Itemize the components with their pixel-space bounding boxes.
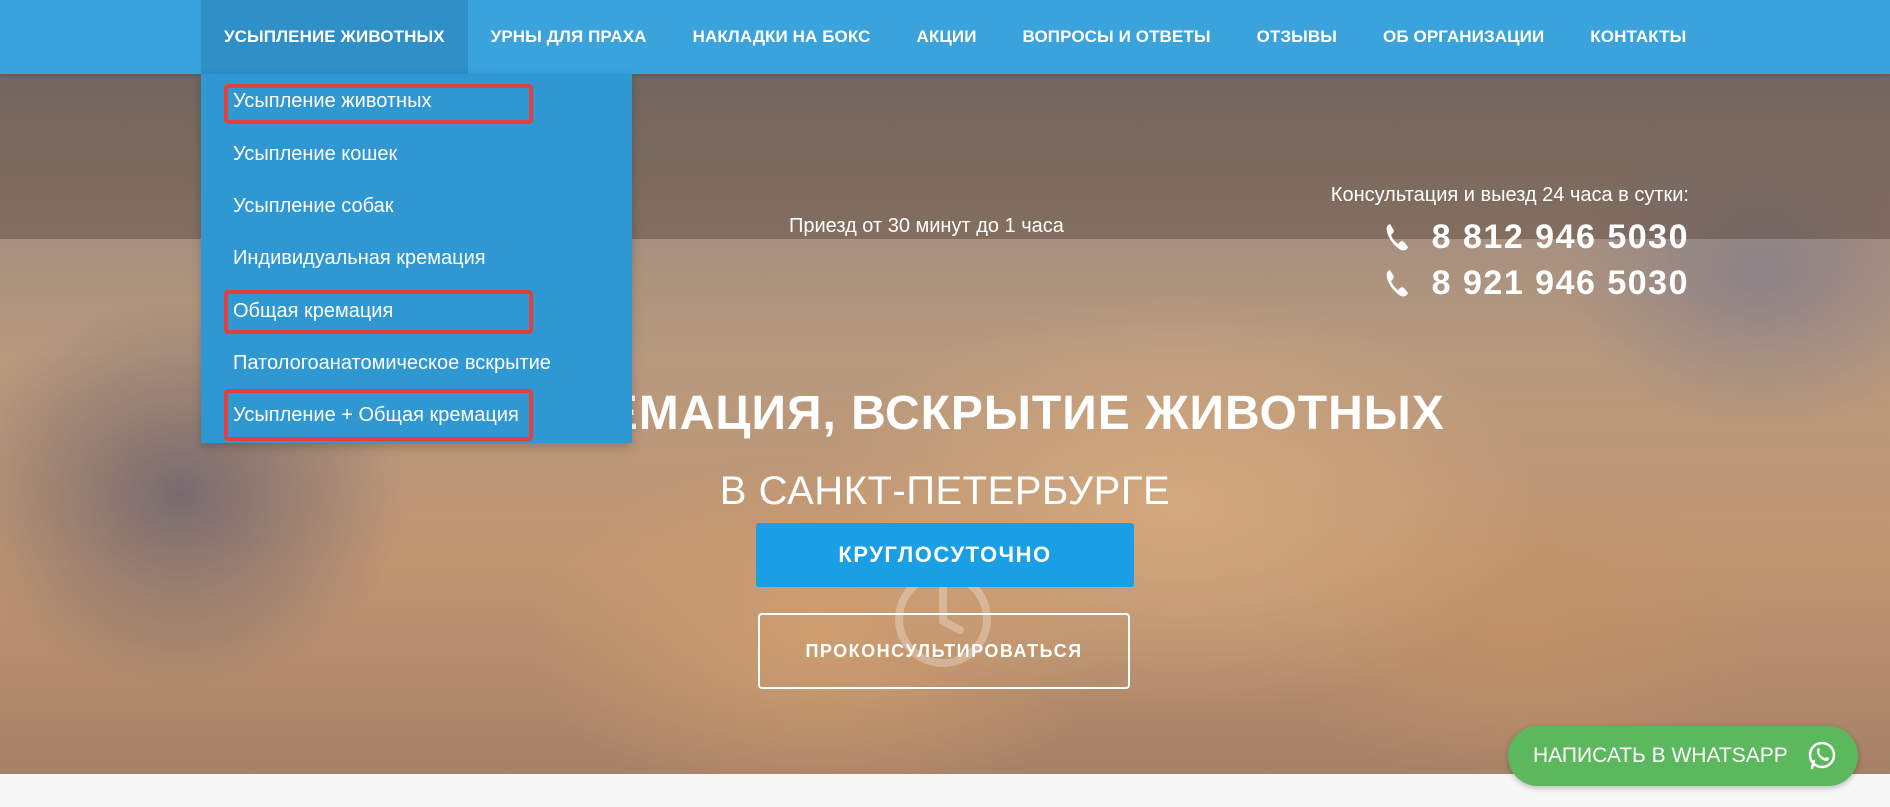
phone-line-1[interactable]: 8 812 946 5030 [1384, 217, 1689, 257]
dropdown-item-individual-cremation[interactable]: Индивидуальная кремация [233, 247, 486, 270]
nav-item-euthanasia[interactable]: УСЫПЛЕНИЕ ЖИВОТНЫХ [201, 0, 468, 74]
hero-subtitle: В САНКТ-ПЕТЕРБУРГЕ [719, 469, 1171, 513]
phone-number-2[interactable]: 8 921 946 5030 [1432, 264, 1689, 303]
phone-icon [1384, 268, 1410, 298]
main-navbar: УСЫПЛЕНИЕ ЖИВОТНЫХ УРНЫ ДЛЯ ПРАХА НАКЛАД… [0, 0, 1890, 74]
whatsapp-icon [1806, 740, 1838, 772]
round-the-clock-button[interactable]: КРУГЛОСУТОЧНО [756, 523, 1134, 587]
nav-item-faq[interactable]: ВОПРОСЫ И ОТВЕТЫ [1000, 0, 1234, 74]
consultation-text: Консультация и выезд 24 часа в сутки: [1330, 184, 1689, 206]
whatsapp-button-label: НАПИСАТЬ В WHATSAPP [1533, 744, 1788, 767]
nav-item-contacts[interactable]: КОНТАКТЫ [1567, 0, 1709, 74]
arrival-time-text: Приезд от 30 минут до 1 часа [789, 215, 1064, 237]
nav-item-about[interactable]: ОБ ОРГАНИЗАЦИИ [1360, 0, 1567, 74]
nav-item-box-covers[interactable]: НАКЛАДКИ НА БОКС [670, 0, 894, 74]
phone-icon [1384, 222, 1410, 252]
dropdown-item-dog-euthanasia[interactable]: Усыпление собак [233, 195, 393, 218]
dropdown-item-general-cremation[interactable]: Общая кремация [233, 300, 393, 323]
nav-item-urns[interactable]: УРНЫ ДЛЯ ПРАХА [468, 0, 670, 74]
main-nav-list: УСЫПЛЕНИЕ ЖИВОТНЫХ УРНЫ ДЛЯ ПРАХА НАКЛАД… [201, 0, 1709, 74]
phone-number-1[interactable]: 8 812 946 5030 [1432, 218, 1689, 257]
whatsapp-button[interactable]: НАПИСАТЬ В WHATSAPP [1508, 726, 1858, 786]
nav-item-reviews[interactable]: ОТЗЫВЫ [1234, 0, 1360, 74]
dropdown-item-animal-euthanasia[interactable]: Усыпление животных [233, 90, 431, 113]
dropdown-item-autopsy[interactable]: Патологоанатомическое вскрытие [233, 352, 551, 375]
euthanasia-dropdown-menu: Усыпление животных Усыпление кошек Усыпл… [201, 74, 632, 443]
dropdown-item-cat-euthanasia[interactable]: Усыпление кошек [233, 143, 397, 166]
phone-line-2[interactable]: 8 921 946 5030 [1384, 263, 1689, 303]
nav-item-promotions[interactable]: АКЦИИ [894, 0, 1000, 74]
consult-button[interactable]: ПРОКОНСУЛЬТИРОВАТЬСЯ [758, 613, 1130, 689]
dropdown-item-euthanasia-plus-cremation[interactable]: Усыпление + Общая кремация [233, 404, 519, 427]
